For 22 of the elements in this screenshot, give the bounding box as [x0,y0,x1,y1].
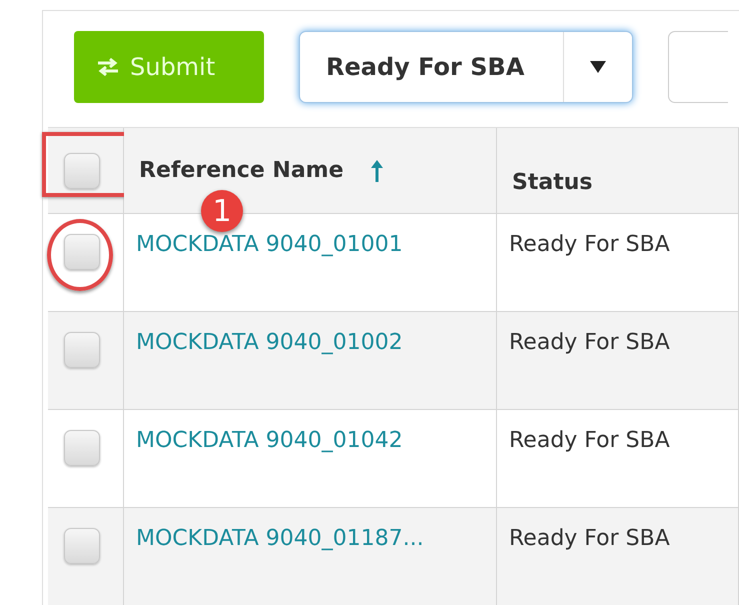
sort-arrow-icon [370,158,384,182]
reference-link[interactable]: MOCKDATA 9040_01187... [136,526,424,551]
status-text: Ready For SBA [509,428,670,453]
reference-link[interactable]: MOCKDATA 9040_01001 [136,232,403,257]
reference-link[interactable]: MOCKDATA 9040_01002 [136,330,403,355]
status-text: Ready For SBA [509,330,670,355]
column-header[interactable]: Status [512,170,592,195]
step-badge: 1 [201,190,243,232]
input-field[interactable] [668,31,728,103]
status-text: Ready For SBA [509,232,670,257]
status-dropdown[interactable]: Ready For SBA [299,31,633,103]
checkbox[interactable] [64,430,100,466]
reference-link[interactable]: MOCKDATA 9040_01042 [136,428,403,453]
column-header[interactable]: Reference Name [139,158,344,183]
checkbox[interactable] [64,152,100,188]
submit-button[interactable]: Submit [74,31,264,103]
caret-icon [590,61,606,73]
checkbox[interactable] [64,528,100,564]
swap-arrows-icon [96,57,120,77]
status-text: Ready For SBA [509,526,670,551]
checkbox[interactable] [64,234,100,270]
checkbox[interactable] [64,332,100,368]
